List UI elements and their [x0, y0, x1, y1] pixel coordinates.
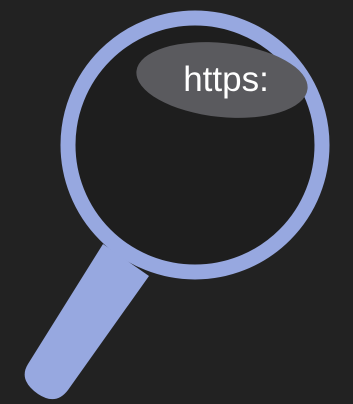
- illustration-canvas: https:: [0, 0, 353, 404]
- url-scheme-text: https:: [183, 60, 269, 99]
